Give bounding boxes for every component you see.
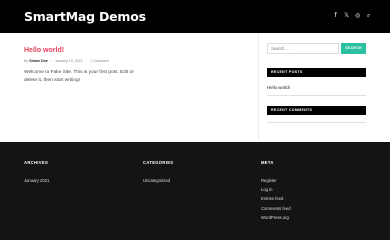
meta-separator: · [85,59,87,63]
meta-heading: META [261,160,274,165]
meta-login-link[interactable]: Log in [261,185,291,194]
sidebar-divider [258,33,259,140]
post-excerpt: Welcome to Fake Site. This is your first… [24,70,134,83]
widget-divider [267,95,366,96]
post-date[interactable]: January 19, 2021 [55,59,83,63]
search-icon[interactable]: ⌕ [366,13,371,19]
header-icons: f 𝕏 ◎ ⌕ [333,13,371,19]
site-footer [0,142,390,240]
archives-heading: ARCHIVES [24,160,49,165]
author-prefix: By [24,59,29,63]
archive-link[interactable]: January 2021 [24,176,49,185]
meta-wordpress-link[interactable]: WordPress.org [261,213,291,222]
widget-divider [267,122,366,123]
post-title[interactable]: Hello world! [24,47,239,54]
category-link[interactable]: Uncategorized [143,176,173,185]
site-title[interactable]: SmartMag Demos [24,9,146,24]
footer-categories: CATEGORIES Uncategorized [143,160,173,185]
search-input[interactable]: Search ... [267,43,339,54]
recent-comments-heading: RECENT COMMENTS [267,106,366,115]
categories-heading: CATEGORIES [143,160,174,165]
instagram-icon[interactable]: ◎ [355,13,360,19]
search-button[interactable]: SEARCH [341,43,366,54]
meta-comments-feed-link[interactable]: Comments feed [261,204,291,213]
recent-posts-heading: RECENT POSTS [267,68,366,77]
post-entry: Hello world! By Shane Doe · January 19, … [24,47,239,84]
twitter-icon[interactable]: 𝕏 [344,13,349,19]
footer-archives: ARCHIVES January 2021 [24,160,49,185]
recent-post-link[interactable]: Hello world! [267,85,290,90]
meta-register-link[interactable]: Register [261,176,291,185]
meta-separator: · [50,59,52,63]
footer-meta: META Register Log in Entries feed Commen… [261,160,291,222]
post-author[interactable]: Shane Doe [29,59,48,63]
post-meta: By Shane Doe · January 19, 2021 · 1 Comm… [24,59,239,63]
site-header: SmartMag Demos f 𝕏 ◎ ⌕ [0,0,390,33]
meta-entries-feed-link[interactable]: Entries feed [261,194,291,203]
facebook-icon[interactable]: f [333,13,338,19]
post-comments[interactable]: 1 Comment [90,59,109,63]
